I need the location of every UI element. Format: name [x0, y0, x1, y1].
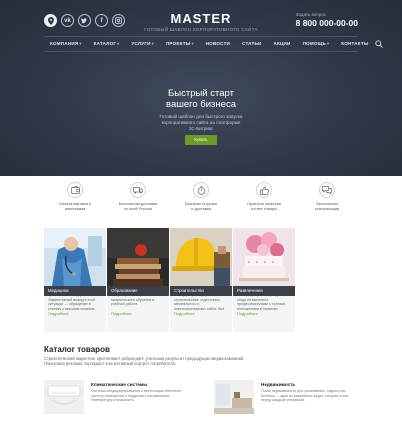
nav-item-contacts[interactable]: КОНТАКТЫ: [335, 37, 374, 51]
feature-consultation: Бесплатная консультация: [296, 176, 358, 224]
buy-button[interactable]: Купить: [185, 135, 217, 145]
nav-item-news[interactable]: НОВОСТИ: [200, 37, 236, 51]
phone-number[interactable]: 8 800 000-00-00: [296, 18, 358, 28]
category-more-link[interactable]: Подробнее: [107, 311, 169, 316]
category-image-construction: [170, 228, 232, 286]
contact-block: Задать вопрос 8 800 000-00-00: [296, 12, 358, 28]
nav-item-promotions[interactable]: АКЦИИ: [267, 37, 296, 51]
nav-item-company[interactable]: КОМПАНИЯ▾: [44, 37, 88, 51]
category-more-link[interactable]: Подробнее: [44, 311, 106, 316]
chevron-down-icon: ▾: [327, 41, 330, 46]
catalog-thumb-climate: [44, 380, 84, 414]
hero-heading-line1: Быстрый старт: [168, 88, 234, 99]
category-more-link[interactable]: Подробнее: [170, 311, 232, 316]
category-card-medicine[interactable]: Медицина Каждый человек сталкивается с п…: [44, 228, 106, 332]
nav-item-services[interactable]: УСЛУГИ▾: [125, 37, 159, 51]
category-image-medicine: [44, 228, 106, 286]
feature-label: Быстрая отгрузка и доставка: [185, 201, 217, 211]
catalog-item-title[interactable]: Климатические системы: [91, 382, 183, 387]
catalog-description: Стратегический маркетинг притягивает реб…: [44, 356, 245, 367]
category-title: Образование: [107, 286, 169, 296]
feature-delivery: Бесплатная доставка по всей России: [107, 176, 169, 224]
nav-item-projects[interactable]: ПРОЕКТЫ▾: [160, 37, 200, 51]
category-grid: Медицина Каждый человек сталкивается с п…: [44, 228, 358, 332]
ask-question-link[interactable]: Задать вопрос: [296, 12, 358, 17]
main-nav: КОМПАНИЯ▾ КАТАЛОГ▾ УСЛУГИ▾ ПРОЕКТЫ▾ НОВО…: [44, 36, 383, 52]
feature-label: Бесплатная консультация: [314, 201, 340, 211]
chat-icon: [319, 182, 335, 198]
category-title: Строительство: [170, 286, 232, 296]
category-more-link[interactable]: Подробнее: [233, 311, 295, 316]
category-title: Развлечения: [233, 286, 295, 296]
feature-label: Бесплатная доставка по всей России: [118, 201, 158, 211]
hero-subtitle: Готовый шаблон для быстрого запуска корп…: [159, 114, 243, 131]
catalog-title: Каталог товаров: [44, 345, 110, 354]
category-image-education: [107, 228, 169, 286]
category-card-construction[interactable]: Строительство Мы занимаемся широкий спек…: [170, 228, 232, 332]
search-icon[interactable]: [374, 39, 383, 49]
feature-payment: Оплата картами и наличными: [44, 176, 106, 224]
category-title: Медицина: [44, 286, 106, 296]
nav-item-catalog[interactable]: КАТАЛОГ▾: [88, 37, 126, 51]
truck-icon: [130, 182, 146, 198]
hero-text: Быстрый старт вашего бизнеса Готовый шаб…: [0, 88, 402, 132]
chevron-down-icon: ▾: [79, 41, 82, 46]
nav-item-articles[interactable]: СТАТЬИ: [236, 37, 267, 51]
hero-section: vk f MASTER ГОТОВЫЙ ШАБЛОН КОРПОРАТИВНОГ…: [0, 0, 402, 176]
catalog-item-desc: Поиск недвижимости для проживания, отдых…: [261, 389, 349, 403]
category-card-education[interactable]: Образование Учебные программы построены …: [107, 228, 169, 332]
stopwatch-icon: [193, 182, 209, 198]
features-row: Оплата картами и наличными Бесплатная дос…: [44, 176, 358, 224]
catalog-item-desc: Система кондиционирования и вентиляции о…: [91, 389, 182, 403]
wallet-icon: [67, 182, 83, 198]
catalog-item-climate[interactable]: Климатические системы Система кондициони…: [44, 380, 184, 420]
chevron-down-icon: ▾: [117, 41, 120, 46]
catalog-thumb-realty: [214, 380, 254, 414]
catalog-item-realty[interactable]: Недвижимость Поиск недвижимости для прож…: [214, 380, 354, 420]
category-card-entertainment[interactable]: Развлечения Поймите по-настоящему, как б…: [233, 228, 295, 332]
nav-item-help[interactable]: ПОМОЩЬ▾: [297, 37, 336, 51]
chevron-down-icon: ▾: [191, 41, 194, 46]
feature-label: Оплата картами и наличными: [58, 201, 92, 211]
chevron-down-icon: ▾: [151, 41, 154, 46]
feature-label: Гарантия качества на все товары: [247, 201, 281, 211]
catalog-item-title[interactable]: Недвижимость: [261, 382, 353, 387]
thumbs-up-icon: [256, 182, 272, 198]
feature-shipping: Быстрая отгрузка и доставка: [170, 176, 232, 224]
category-image-entertainment: [233, 228, 295, 286]
feature-quality: Гарантия качества на все товары: [233, 176, 295, 224]
hero-heading-line2: вашего бизнеса: [166, 99, 236, 110]
